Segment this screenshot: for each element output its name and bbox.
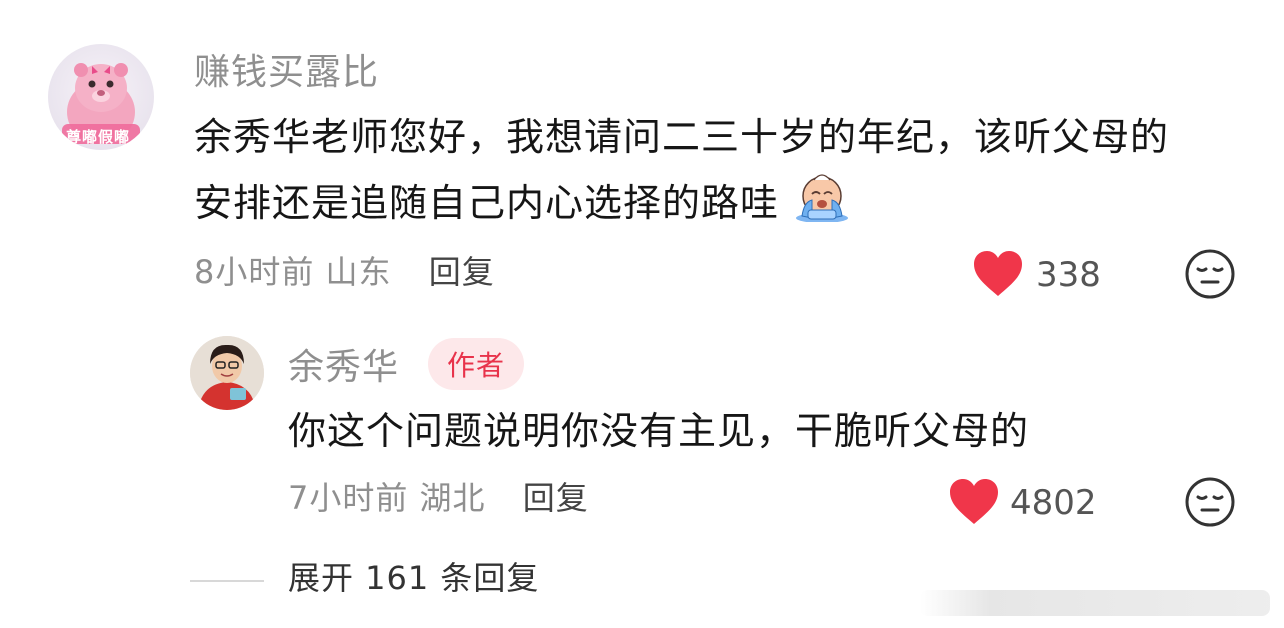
expand-replies-button[interactable]: 展开 161 条回复 bbox=[288, 562, 539, 594]
crying-emoji-icon bbox=[794, 172, 850, 242]
dislike-button[interactable] bbox=[1184, 248, 1236, 300]
reply-button[interactable]: 回复 bbox=[523, 479, 589, 517]
comment-text-line2: 安排还是追随自己内心选择的路哇 bbox=[194, 170, 850, 242]
reply-username[interactable]: 余秀华 bbox=[288, 350, 399, 386]
author-badge: 作者 bbox=[428, 338, 524, 390]
reply-button[interactable]: 回复 bbox=[429, 253, 495, 291]
reply-meta: 7小时前 湖北 回复 bbox=[288, 482, 589, 514]
avatar-image bbox=[190, 336, 264, 410]
watermark bbox=[920, 590, 1270, 616]
like-count: 4802 bbox=[1010, 483, 1097, 523]
comment-username[interactable]: 赚钱买露比 bbox=[194, 55, 379, 91]
heart-icon bbox=[974, 251, 1022, 296]
heart-icon bbox=[950, 479, 998, 524]
avatar[interactable]: 尊嘟假嘟 bbox=[48, 44, 154, 150]
expand-divider bbox=[190, 580, 264, 582]
like-count: 338 bbox=[1036, 255, 1101, 295]
comment-time-location: 8小时前 山东 bbox=[194, 253, 392, 291]
reply-time-location: 7小时前 湖北 bbox=[288, 479, 486, 517]
reply-text: 你这个问题说明你没有主见，干脆听父母的 bbox=[288, 409, 1030, 453]
like-button[interactable] bbox=[972, 250, 1024, 298]
like-button[interactable] bbox=[948, 478, 1000, 526]
avatar-label: 尊嘟假嘟 bbox=[66, 128, 131, 146]
meh-face-icon bbox=[1185, 477, 1235, 527]
comment-meta: 8小时前 山东 回复 bbox=[194, 256, 495, 288]
comment-text-line1: 余秀华老师您好，我想请问二三十岁的年纪，该听父母的 bbox=[194, 115, 1170, 159]
reply-avatar[interactable] bbox=[190, 336, 264, 410]
meh-face-icon bbox=[1185, 249, 1235, 299]
dislike-button[interactable] bbox=[1184, 476, 1236, 528]
